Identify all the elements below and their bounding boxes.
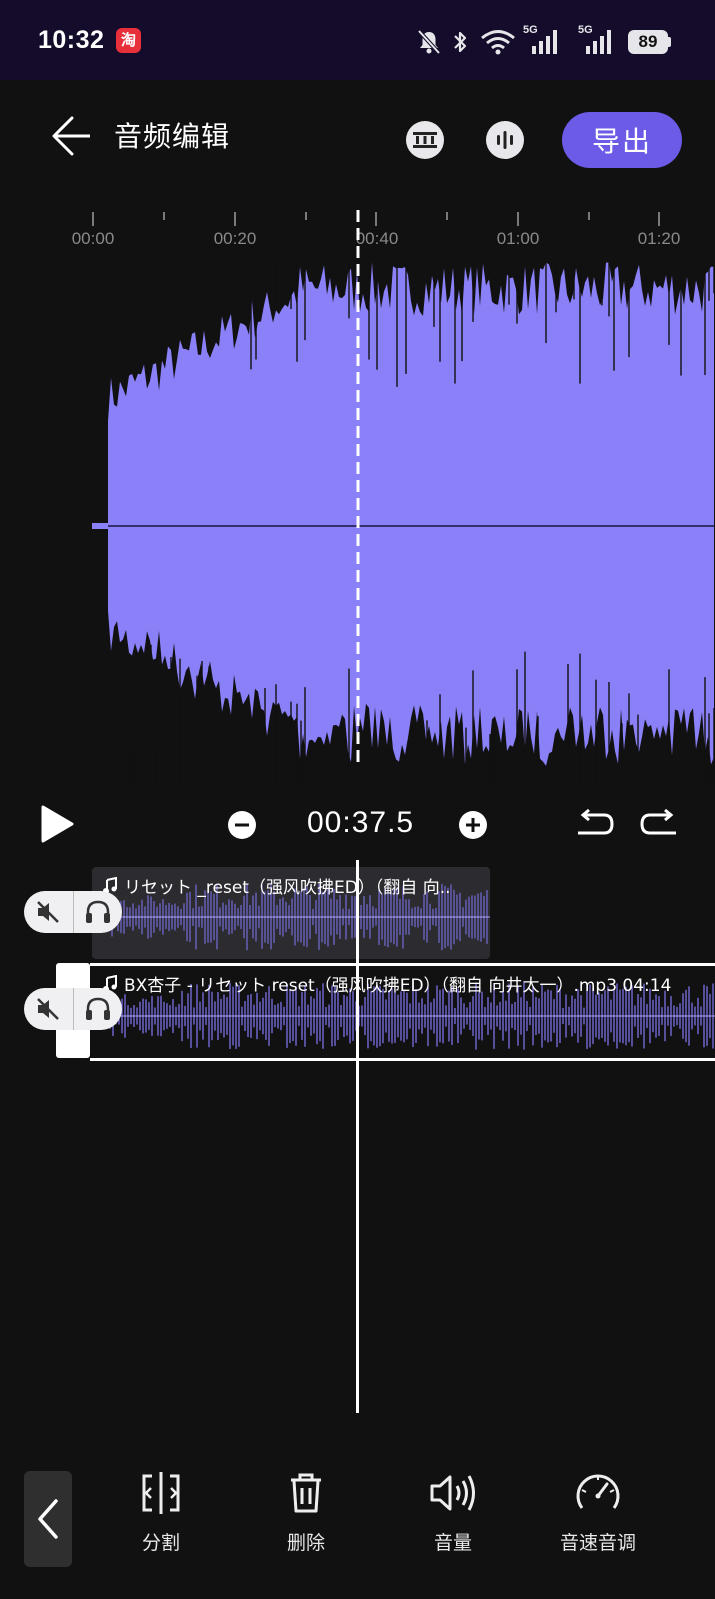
undo-icon[interactable] [574,809,616,839]
ruler-tick [588,212,590,220]
zoom-out-icon[interactable] [227,810,257,840]
solo-button[interactable] [73,988,122,1030]
tool-label: 音量 [433,1532,472,1554]
zoom-in-icon[interactable] [458,810,488,840]
timeline-playhead[interactable] [356,860,359,1413]
ruler-tick [658,212,660,226]
headphones-icon [85,997,110,1020]
ruler-tick [234,212,236,226]
tool-delete[interactable]: 删除 [251,1470,361,1555]
toolbar-collapse-button[interactable] [24,1471,72,1567]
mute-speaker-icon [37,901,60,923]
track-clip-1[interactable]: リセット _reset（强风吹拂ED）（翻自 向.. [92,867,490,959]
status-time: 10:32 [38,26,105,54]
bluetooth-icon [454,31,467,53]
track-title-row: BX杏子 - リセット reset（强风吹拂ED）（翻自 向井太一）.mp3 0… [102,971,671,996]
ruler-tick [92,212,94,226]
mute-button[interactable] [24,891,73,933]
ruler-label: 00:40 [355,229,399,248]
split-icon [142,1472,180,1514]
waveform-body [108,262,714,766]
ruler-label: 00:00 [71,229,115,248]
film-strip-icon [413,132,437,148]
back-arrow-icon[interactable] [46,110,98,162]
battery-tip [668,37,671,47]
ruler-tick [163,212,165,220]
ruler-tick [305,212,307,220]
volume-icon [430,1475,475,1511]
export-button[interactable]: 导出 [562,112,682,168]
track-clip-2[interactable]: BX杏子 - リセット reset（强风吹拂ED）（翻自 向井太一）.mp3 0… [90,963,715,1061]
waveform-lead-in [92,523,108,529]
waveform-icon [497,131,513,149]
play-icon[interactable] [38,804,76,844]
wifi-icon [481,30,515,55]
track-title-row: リセット _reset（强风吹拂ED）（翻自 向.. [102,873,451,898]
tool-label: 删除 [286,1532,325,1554]
battery-icon: 89 [628,30,668,54]
trash-icon [291,1473,321,1513]
tool-label: 音速音调 [559,1532,636,1554]
ruler-tick [517,212,519,226]
mute-bell-icon [417,29,441,55]
solo-button[interactable] [73,891,122,933]
redo-icon[interactable] [638,809,680,839]
track-2-controls [24,988,122,1030]
ruler-tick [446,212,448,220]
track-title: BX杏子 - リセット reset（强风吹拂ED）（翻自 向井太一）.mp3 0… [124,976,672,996]
mute-button[interactable] [24,988,73,1030]
ruler-label: 00:20 [213,229,257,248]
tool-volume[interactable]: 音量 [398,1470,508,1555]
current-time: 00:37.5 [307,806,415,839]
ruler-label: 01:00 [496,229,540,248]
waveform-playhead[interactable] [354,210,362,766]
chevron-left-icon [38,1499,58,1539]
taobao-app-icon: 淘 [116,28,141,53]
page-title: 音频编辑 [114,120,231,153]
tool-speed-pitch[interactable]: 音速音调 [543,1470,653,1555]
ruler-tick [375,212,377,226]
speedometer-icon [576,1474,620,1509]
headphones-icon [85,900,110,923]
track-title: リセット _reset（强风吹拂ED）（翻自 向.. [124,878,451,898]
tool-split[interactable]: 分割 [106,1470,216,1555]
waveform-button[interactable] [486,121,524,159]
signal-icon [586,30,611,54]
signal-icon [532,30,557,54]
mute-speaker-icon [37,998,60,1020]
ruler-label: 01:20 [637,229,681,248]
track-1-controls [24,891,122,933]
tool-label: 分割 [141,1532,180,1554]
film-strip-button[interactable] [406,121,444,159]
